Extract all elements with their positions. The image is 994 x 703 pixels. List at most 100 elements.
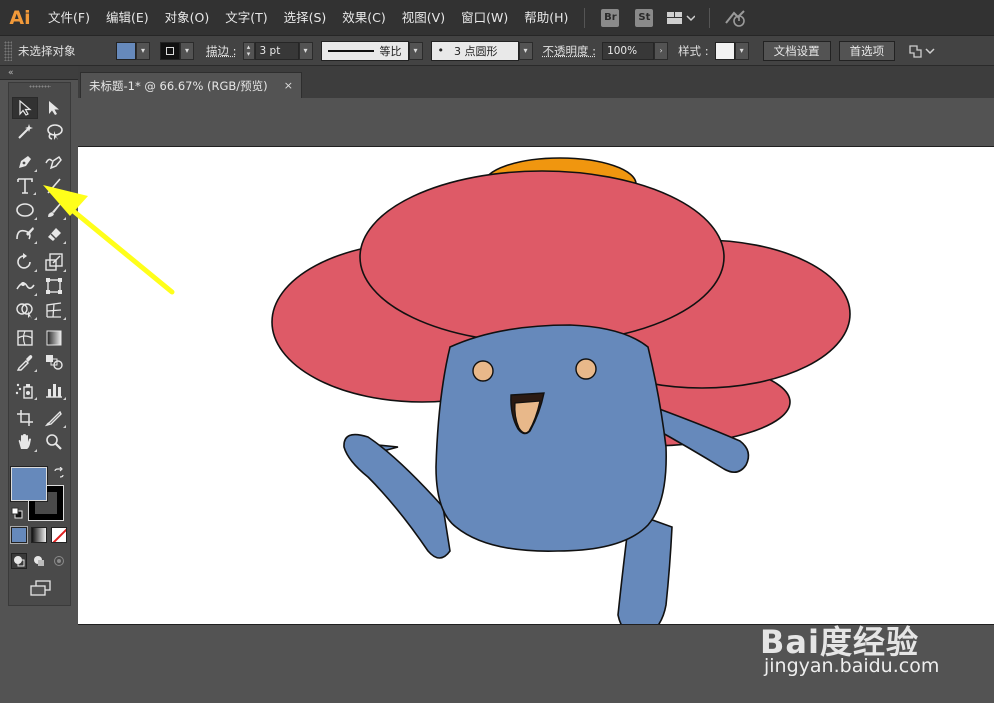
- eraser-tool[interactable]: [41, 223, 67, 245]
- default-fill-stroke-icon[interactable]: [11, 507, 23, 519]
- shape-builder-tool[interactable]: [12, 299, 38, 321]
- magic-wand-icon: [18, 124, 33, 139]
- ellipse-tool[interactable]: [12, 199, 38, 221]
- curvature-tool[interactable]: [41, 151, 67, 173]
- gradient-icon: [46, 330, 62, 346]
- stroke-dropdown[interactable]: ▾: [180, 41, 194, 60]
- stroke-swatch[interactable]: [160, 41, 180, 60]
- paintbrush-tool[interactable]: [41, 199, 67, 221]
- menu-separator: [709, 7, 711, 28]
- menu-type[interactable]: 文字(T): [217, 0, 275, 36]
- menu-select[interactable]: 选择(S): [276, 0, 335, 36]
- zoom-tool[interactable]: [41, 431, 67, 453]
- menu-effect[interactable]: 效果(C): [334, 0, 393, 36]
- graphic-style-swatch[interactable]: [714, 41, 735, 60]
- layout-grid-icon[interactable]: [667, 11, 696, 25]
- toolbox-grip[interactable]: [29, 85, 51, 88]
- brush-definition-select[interactable]: • 3 点圆形: [430, 40, 519, 61]
- menu-edit[interactable]: 编辑(E): [98, 0, 157, 36]
- free-transform-tool[interactable]: [41, 275, 67, 297]
- stroke-weight-input[interactable]: 3 pt: [254, 41, 299, 60]
- symbol-sprayer-tool[interactable]: [12, 379, 38, 401]
- brush-definition-dropdown[interactable]: ▾: [518, 41, 533, 60]
- stroke-label[interactable]: 描边 :: [206, 43, 237, 59]
- rotate-tool[interactable]: [12, 251, 38, 273]
- menu-help[interactable]: 帮助(H): [516, 0, 576, 36]
- stroke-profile-dropdown[interactable]: ▾: [408, 41, 423, 60]
- pen-tool[interactable]: [12, 151, 38, 173]
- body: [435, 324, 667, 552]
- stroke-profile-select[interactable]: 等比: [320, 40, 409, 61]
- panel-grip[interactable]: [4, 40, 12, 61]
- document-tab-title: 未标题-1* @ 66.67% (RGB/预览): [89, 78, 268, 93]
- menu-file[interactable]: 文件(F): [40, 0, 98, 36]
- document-setup-button[interactable]: 文档设置: [762, 40, 831, 61]
- column-graph-tool[interactable]: [41, 379, 67, 401]
- bridge-button[interactable]: Br: [601, 8, 620, 27]
- artboard[interactable]: [78, 146, 994, 625]
- none-mode-button[interactable]: [51, 527, 67, 543]
- direct-selection-tool[interactable]: [41, 97, 67, 119]
- mesh-tool[interactable]: [12, 327, 38, 349]
- blend-tool[interactable]: [41, 351, 67, 373]
- tools-panel: «: [0, 66, 78, 703]
- selection-arrow-icon: [19, 100, 32, 116]
- none-slash-icon: [52, 528, 66, 542]
- draw-behind-button[interactable]: [31, 553, 47, 569]
- line-segment-tool[interactable]: [41, 175, 67, 197]
- fill-swatch[interactable]: [116, 41, 136, 60]
- draw-inside-button[interactable]: [51, 553, 67, 569]
- menu-separator: [584, 7, 586, 28]
- menu-view[interactable]: 视图(V): [394, 0, 453, 36]
- vileplume-artwork: [271, 157, 851, 624]
- lasso-tool[interactable]: [41, 121, 67, 143]
- gradient-tool[interactable]: [41, 327, 67, 349]
- menu-bar: Ai 文件(F) 编辑(E) 对象(O) 文字(T) 选择(S) 效果(C) 视…: [0, 0, 994, 36]
- draw-normal-button[interactable]: [11, 553, 27, 569]
- top-petal: [359, 170, 725, 344]
- preferences-button[interactable]: 首选项: [838, 40, 896, 61]
- magic-wand-tool[interactable]: [12, 121, 38, 143]
- slice-tool[interactable]: [41, 407, 67, 429]
- left-eye: [472, 360, 494, 382]
- width-tool[interactable]: [12, 275, 38, 297]
- scale-tool[interactable]: [41, 251, 67, 273]
- gradient-mode-button[interactable]: [31, 527, 47, 543]
- screen-mode-button[interactable]: [29, 579, 53, 597]
- ellipse-icon: [16, 203, 34, 217]
- control-bar: 未选择对象 ▾ ▾ 描边 : ▴ ▾ 3 pt ▾ 等比 ▾ • 3 点圆形 ▾ …: [0, 36, 994, 66]
- watermark-url: jingyan.baidu.com: [764, 655, 940, 677]
- fill-color-front[interactable]: [11, 467, 47, 501]
- arrange-documents-icon[interactable]: [909, 44, 935, 58]
- close-icon[interactable]: ×: [284, 79, 293, 92]
- stroke-weight-dropdown[interactable]: ▾: [298, 41, 313, 60]
- type-tool[interactable]: [12, 175, 38, 197]
- selection-tool[interactable]: [12, 97, 38, 119]
- opacity-label[interactable]: 不透明度 :: [543, 43, 597, 59]
- collapse-panel-icon[interactable]: «: [8, 66, 14, 80]
- gpu-performance-icon[interactable]: [724, 9, 748, 27]
- stock-button[interactable]: St: [635, 8, 654, 27]
- graphic-style-dropdown[interactable]: ▾: [734, 41, 749, 60]
- hand-tool[interactable]: [12, 431, 38, 453]
- artboard-tool[interactable]: [12, 407, 38, 429]
- draw-behind-icon: [34, 556, 44, 566]
- type-t-icon: [17, 178, 33, 194]
- document-tab[interactable]: 未标题-1* @ 66.67% (RGB/预览) ×: [80, 72, 302, 98]
- perspective-grid-tool[interactable]: [41, 299, 67, 321]
- opacity-input[interactable]: 100%: [602, 41, 655, 60]
- shaper-tool[interactable]: [12, 223, 38, 245]
- eraser-icon: [48, 228, 61, 241]
- fill-dropdown[interactable]: ▾: [136, 41, 150, 60]
- menu-object[interactable]: 对象(O): [157, 0, 218, 36]
- tools-panel-header[interactable]: «: [0, 66, 78, 80]
- opacity-flyout[interactable]: ›: [654, 41, 669, 60]
- eyedropper-tool[interactable]: [12, 351, 38, 373]
- menu-window[interactable]: 窗口(W): [453, 0, 516, 36]
- stroke-weight-stepper[interactable]: ▴ ▾: [242, 41, 255, 60]
- swap-fill-stroke-icon[interactable]: [53, 466, 65, 479]
- baidu-watermark: Bai度经验 jingyan.baidu.com: [760, 595, 990, 695]
- width-tool-icon: [16, 282, 35, 290]
- color-mode-button[interactable]: [10, 526, 28, 544]
- screen-mode-icon: [30, 580, 51, 596]
